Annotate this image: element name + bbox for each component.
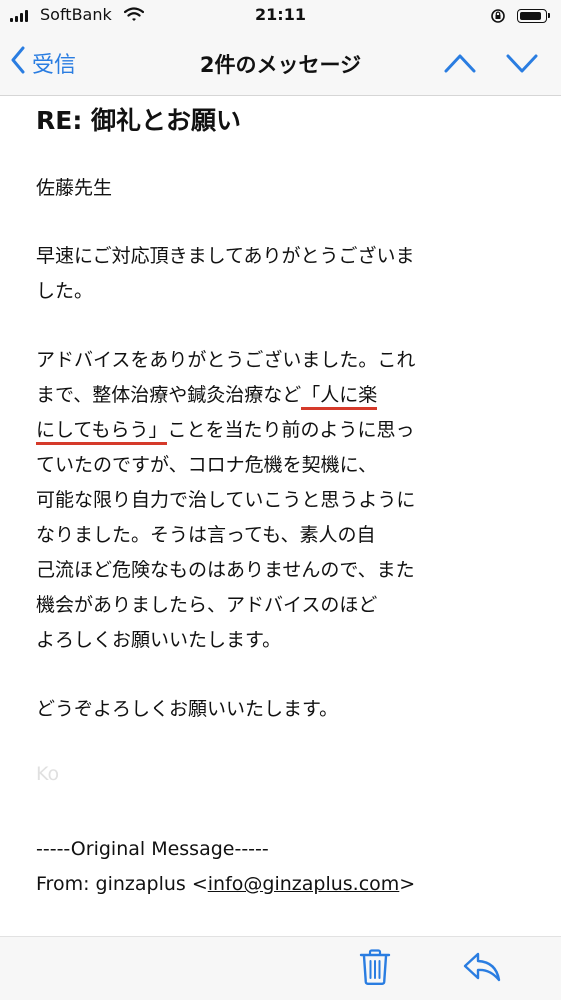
text-line: した。 bbox=[36, 280, 94, 302]
from-line: From: ginzaplus <info@ginzaplus.com> bbox=[36, 867, 536, 902]
reply-icon bbox=[463, 952, 501, 982]
text-line: なりました。そうは言っても、素人の自 bbox=[36, 524, 376, 546]
paragraph-advice: アドバイスをありがとうございました。これ まで、整体治療や鍼灸治療など「人に楽 … bbox=[36, 343, 536, 658]
text-fragment: まで、整体治療や鍼灸治療など bbox=[36, 384, 302, 406]
text-line: 己流ほど危険なものはありませんので、また bbox=[36, 559, 415, 581]
paragraph-thanks: 早速にご対応頂きましてありがとうございま した。 bbox=[36, 239, 536, 309]
chevron-up-icon bbox=[444, 54, 476, 73]
original-message-header: -----Original Message----- From: ginzapl… bbox=[36, 832, 536, 902]
text-line: ていたのですが、コロナ危機を契機に、 bbox=[36, 454, 378, 476]
message-subject: RE: 御礼とお願い bbox=[36, 106, 242, 135]
text-line: アドバイスをありがとうございました。これ bbox=[36, 349, 416, 371]
rotation-lock-icon bbox=[490, 8, 506, 28]
battery-level bbox=[520, 12, 542, 20]
text-line: よろしくお願いいたします。 bbox=[36, 629, 282, 651]
bottom-toolbar bbox=[0, 936, 561, 1000]
text-line: 機会がありましたら、アドバイスのほど bbox=[36, 594, 378, 616]
text-fragment: ことを当たり前のように思っ bbox=[167, 419, 415, 441]
text-line: 可能な限り自力で治していこうと思うように bbox=[36, 489, 416, 511]
greeting: 佐藤先生 bbox=[36, 177, 113, 199]
next-message-button[interactable] bbox=[505, 52, 539, 78]
text-line: 早速にご対応頂きましてありがとうございま bbox=[36, 245, 415, 267]
message-body: RE: 御礼とお願い 佐藤先生 早速にご対応頂きましてありがとうございま した。… bbox=[36, 96, 536, 936]
closing-line: どうぞよろしくお願いいたします。 bbox=[36, 698, 339, 720]
from-label: From: ginzaplus < bbox=[36, 873, 208, 895]
trash-icon bbox=[359, 949, 391, 986]
clock: 21:11 bbox=[255, 5, 306, 24]
previous-message-button[interactable] bbox=[443, 52, 477, 78]
delete-button[interactable] bbox=[358, 948, 392, 990]
text-line: にしてもらう」ことを当たり前のように思っ bbox=[36, 413, 536, 448]
navigation-bar: 受信 2件のメッセージ bbox=[0, 32, 561, 96]
highlighted-phrase: にしてもらう」 bbox=[36, 419, 168, 445]
text-line: まで、整体治療や鍼灸治療など「人に楽 bbox=[36, 378, 536, 413]
battery-icon bbox=[517, 9, 550, 23]
original-message-divider: -----Original Message----- bbox=[36, 838, 269, 860]
faded-signature: Ko bbox=[36, 763, 60, 785]
from-end: > bbox=[399, 873, 416, 895]
reply-button[interactable] bbox=[462, 951, 502, 987]
from-email-link[interactable]: info@ginzaplus.com bbox=[208, 873, 400, 895]
highlighted-phrase: 「人に楽 bbox=[301, 384, 378, 410]
status-bar: SoftBank 21:11 bbox=[0, 0, 561, 32]
chevron-down-icon bbox=[506, 54, 538, 73]
